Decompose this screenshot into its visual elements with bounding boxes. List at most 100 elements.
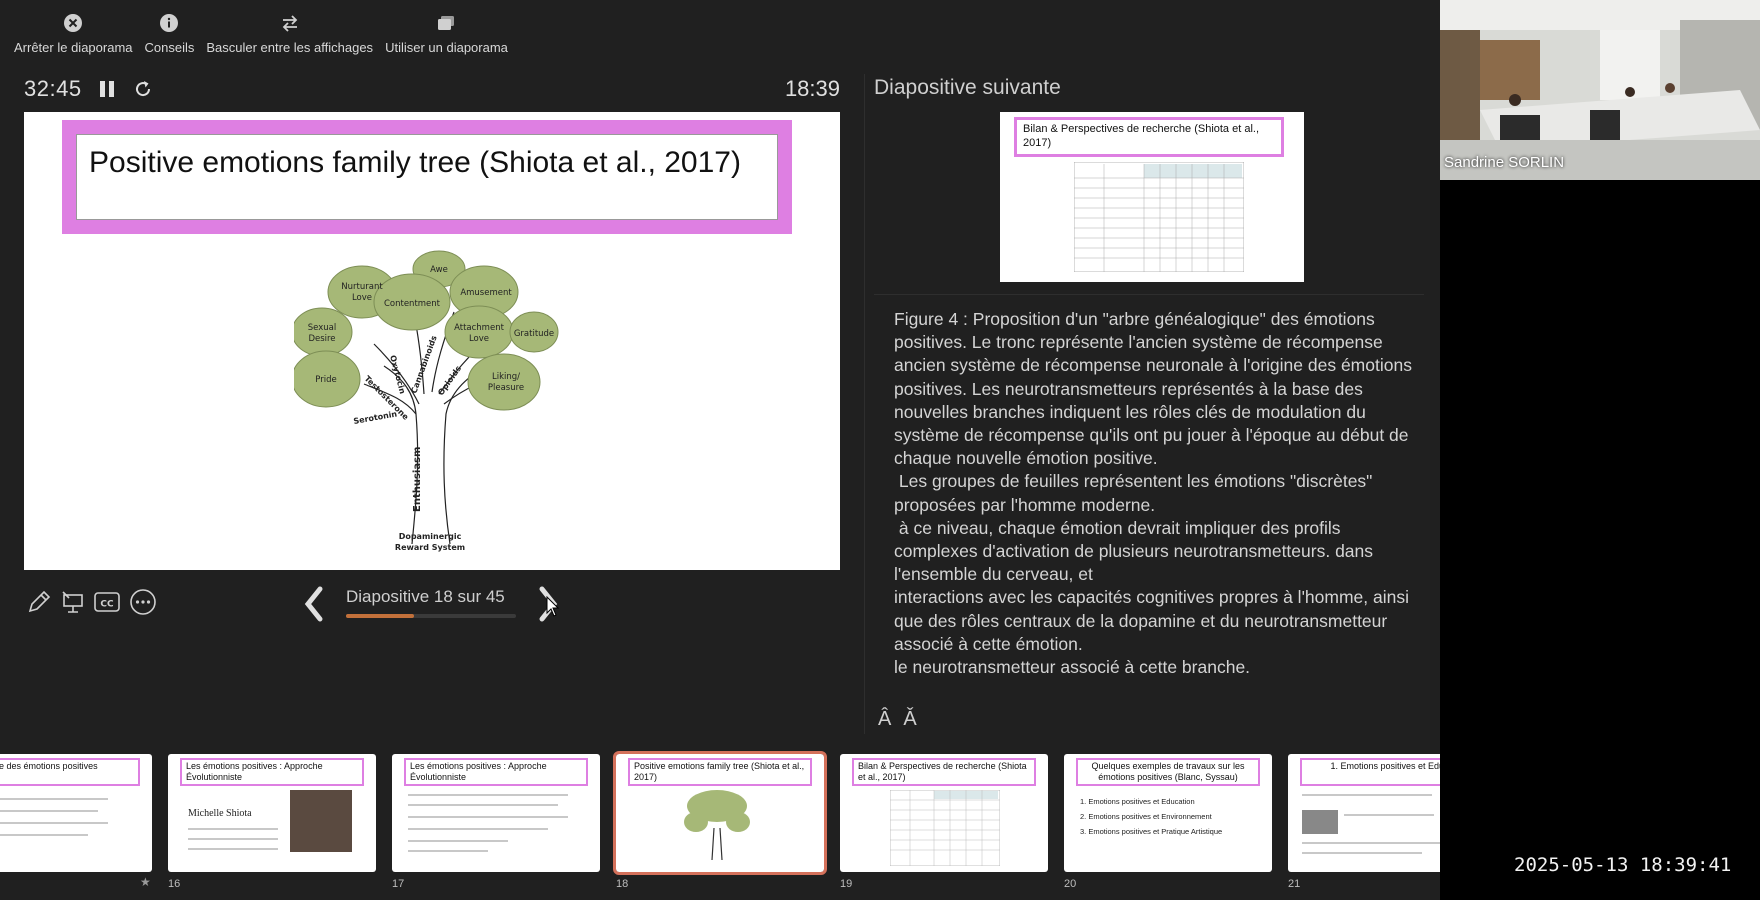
timer-row: 32:45 18:39 bbox=[24, 74, 840, 104]
close-circle-icon bbox=[62, 12, 84, 34]
current-slide: Positive emotions family tree (Shiota et… bbox=[24, 112, 840, 570]
mouse-cursor-icon bbox=[546, 596, 560, 617]
notes-paragraph: Figure 4 : Proposition d'un "arbre généa… bbox=[894, 309, 1383, 353]
subtitles-icon[interactable]: CC bbox=[92, 586, 122, 618]
thumb-number: 18 bbox=[616, 878, 629, 890]
elapsed-timer: 32:45 bbox=[24, 76, 82, 101]
more-options-icon[interactable] bbox=[128, 586, 158, 618]
tree-label-contentment: Contentment bbox=[384, 299, 441, 309]
participant-name: Sandrine SORLIN bbox=[1444, 154, 1565, 171]
tree-label-reward: Reward System bbox=[395, 543, 465, 552]
tree-label-desire: Desire bbox=[308, 334, 335, 344]
notes-paragraph: le neurotransmetteur associé à cette bra… bbox=[894, 657, 1251, 678]
next-slide-title-frame: Bilan & Perspectives de recherche (Shiot… bbox=[1014, 117, 1284, 157]
pen-icon[interactable] bbox=[24, 586, 54, 618]
pane-divider bbox=[864, 74, 865, 734]
thumb-person-name: Michelle Shiota bbox=[188, 808, 252, 819]
notes-paragraph: ancien système de récompense neuronale à… bbox=[894, 355, 1417, 469]
slide-progress-fill bbox=[346, 614, 414, 618]
use-slideshow-label: Utiliser un diaporama bbox=[385, 40, 508, 55]
chevron-left-icon bbox=[304, 586, 323, 622]
slide-title: Positive emotions family tree (Shiota et… bbox=[76, 134, 778, 220]
notes-paragraph: à ce niveau, chaque émotion devrait impl… bbox=[894, 517, 1378, 585]
tree-label-enthusiasm: Enthusiasm bbox=[412, 447, 423, 512]
thumb-title-frame: Quelques exemples de travaux sur les émo… bbox=[1076, 758, 1260, 786]
pause-icon[interactable] bbox=[96, 78, 118, 100]
empty-panel bbox=[1440, 180, 1760, 900]
tree-label-serotonin: Serotonin bbox=[353, 409, 398, 426]
thumb-title: 1. Emotions positives et Educa bbox=[1302, 760, 1440, 784]
laser-pointer-icon[interactable] bbox=[58, 586, 88, 618]
thumb-title-frame: Les émotions positives : Approche Évolut… bbox=[404, 758, 588, 786]
thumb-photo bbox=[290, 790, 352, 852]
thumb-bullet: 1. Emotions positives et Education bbox=[1080, 797, 1195, 806]
thumb-title: Bilan & Perspectives de recherche (Shiot… bbox=[854, 760, 1034, 784]
slide-thumbnail[interactable]: Les émotions positives : Approche Évolut… bbox=[392, 754, 600, 872]
tree-label-liking: Liking/ bbox=[492, 372, 520, 382]
slide-progress bbox=[346, 614, 516, 618]
tree-label-attachment: Attachment bbox=[454, 323, 504, 333]
tree-label-dopaminergic: Dopaminergic bbox=[399, 532, 462, 541]
tree-label-love: Love bbox=[352, 293, 372, 303]
slides-stack-icon bbox=[435, 12, 457, 34]
thumb-title: Les émotions positives : Approche Évolut… bbox=[182, 760, 362, 784]
slide-thumbnail[interactable]: Quelques exemples de travaux sur les émo… bbox=[1064, 754, 1272, 872]
use-slideshow-button[interactable]: Utiliser un diaporama bbox=[385, 0, 508, 70]
restart-timer-icon[interactable] bbox=[132, 78, 154, 100]
svg-text:CC: CC bbox=[100, 600, 114, 610]
info-icon bbox=[158, 12, 180, 34]
slide-thumbnail[interactable]: Les émotions positives : Approche Évolut… bbox=[168, 754, 376, 872]
increase-font-button[interactable]: Â bbox=[878, 708, 891, 731]
classroom-video-image bbox=[1440, 0, 1760, 180]
slide-thumbnail[interactable]: 1. Emotions positives et Educa bbox=[1288, 754, 1440, 872]
tree-label-nurturant: Nurturant bbox=[341, 282, 383, 292]
slide-controls: CC Diapositive 18 sur 45 bbox=[24, 586, 840, 632]
recording-timestamp: 2025-05-13 18:39:41 bbox=[1514, 854, 1732, 876]
slide-thumbnail[interactable]: Bilan & Perspectives de recherche (Shiot… bbox=[840, 754, 1048, 872]
slide-thumbnail[interactable]: un modèle des émotions positives bbox=[0, 754, 152, 872]
current-time: 18:39 bbox=[784, 76, 840, 101]
thumb-bullet: 3. Emotions positives et Pratique Artist… bbox=[1080, 827, 1223, 836]
thumb-title: un modèle des émotions positives bbox=[0, 760, 138, 784]
thumb-number: 20 bbox=[1064, 878, 1077, 890]
tree-label-awe: Awe bbox=[430, 265, 448, 275]
tree-label-sexual: Sexual bbox=[308, 323, 336, 333]
slide-thumbnail-current[interactable]: Positive emotions family tree (Shiota et… bbox=[613, 751, 827, 875]
tips-label: Conseils bbox=[144, 40, 195, 55]
tree-label-gratitude: Gratitude bbox=[514, 329, 554, 339]
next-slide-preview[interactable]: Bilan & Perspectives de recherche (Shiot… bbox=[1000, 112, 1304, 282]
next-slide-heading: Diapositive suivante bbox=[874, 76, 1061, 99]
notes-font-controls: Â Ǎ bbox=[878, 708, 929, 731]
presenter-toolbar: Arrêter le diaporama Conseils Basculer e… bbox=[0, 0, 1440, 70]
thumb-table bbox=[890, 790, 1000, 866]
switch-views-label: Basculer entre les affichages bbox=[206, 40, 374, 55]
tree-label-opioids: Opioids bbox=[436, 364, 463, 397]
slide-title-frame: Positive emotions family tree (Shiota et… bbox=[62, 120, 792, 234]
slide-counter: Diapositive 18 sur 45 bbox=[346, 587, 505, 606]
swap-icon bbox=[279, 12, 301, 34]
thumb-title: Les émotions positives : Approche Évolut… bbox=[406, 760, 586, 784]
tree-label-amusement: Amusement bbox=[460, 288, 512, 298]
switch-views-button[interactable]: Basculer entre les affichages bbox=[206, 0, 373, 70]
stop-slideshow-label: Arrêter le diaporama bbox=[14, 40, 133, 55]
thumb-tree-icon bbox=[684, 790, 750, 861]
thumb-title-frame: un modèle des émotions positives bbox=[0, 758, 140, 786]
thumb-number: 19 bbox=[840, 878, 853, 890]
star-icon: ★ bbox=[140, 875, 151, 889]
thumb-title-frame: Positive emotions family tree (Shiota et… bbox=[628, 758, 812, 786]
stop-slideshow-button[interactable]: Arrêter le diaporama bbox=[14, 0, 133, 70]
notes-paragraph: interactions avec les capacités cognitiv… bbox=[894, 587, 1414, 654]
tree-label-attachment-love: Love bbox=[469, 334, 489, 344]
thumb-title: Quelques exemples de travaux sur les émo… bbox=[1078, 760, 1258, 784]
thumb-number: 16 bbox=[168, 878, 181, 890]
decrease-font-button[interactable]: Ǎ bbox=[903, 708, 916, 731]
thumb-image bbox=[1302, 810, 1338, 834]
tips-button[interactable]: Conseils bbox=[144, 0, 195, 70]
previous-slide-button[interactable] bbox=[302, 586, 326, 622]
thumb-title-frame: 1. Emotions positives et Educa bbox=[1300, 758, 1440, 786]
speaker-notes: Figure 4 : Proposition d'un "arbre généa… bbox=[894, 308, 1424, 679]
thumb-bullet: 2. Emotions positives et Environnement bbox=[1080, 812, 1212, 821]
next-slide-title: Bilan & Perspectives de recherche (Shiot… bbox=[1017, 120, 1281, 154]
thumb-title-frame: Bilan & Perspectives de recherche (Shiot… bbox=[852, 758, 1036, 786]
next-slide-table bbox=[1074, 162, 1244, 272]
